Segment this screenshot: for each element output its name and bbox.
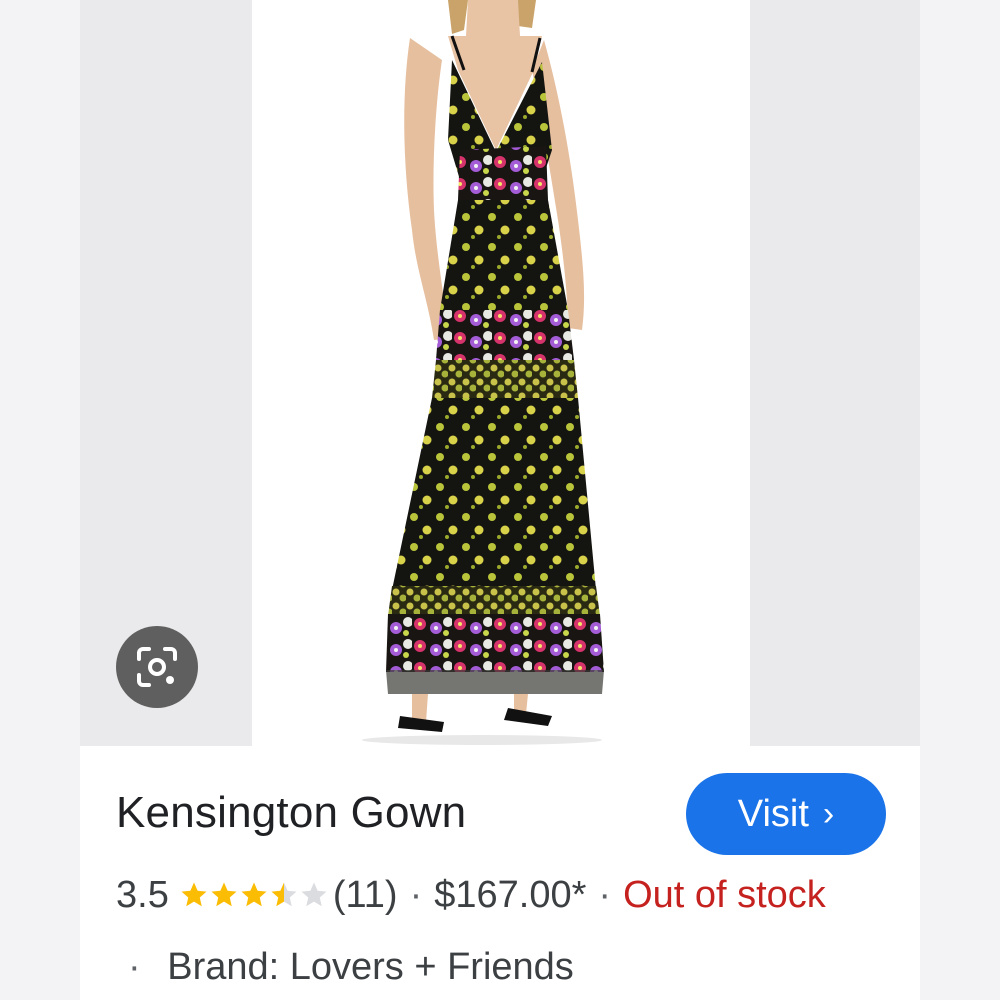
product-photo[interactable]	[252, 0, 750, 746]
star-empty-icon	[301, 882, 327, 907]
gown-illustration	[362, 0, 604, 745]
star-filled-icon	[241, 882, 267, 907]
separator-dot: ·	[409, 873, 423, 916]
separator-dot: ·	[128, 946, 141, 988]
google-lens-icon	[137, 647, 177, 687]
product-image-area[interactable]	[80, 0, 920, 746]
star-half-icon	[271, 882, 297, 907]
star-filled-icon	[181, 882, 207, 907]
gown-skirt	[392, 398, 596, 590]
background-right	[920, 0, 1000, 1000]
neck	[466, 0, 520, 36]
brand-label: Brand: Lovers + Friends	[167, 946, 574, 988]
rating-stars	[179, 880, 329, 910]
separator-dot: ·	[598, 873, 612, 916]
star-filled-icon	[211, 882, 237, 907]
product-info: Kensington Gown Visit › 3.5 (11) · $167.…	[80, 746, 920, 1000]
hem-flower-band	[386, 614, 604, 672]
brand-row: · Brand: Lovers + Friends	[128, 946, 574, 989]
product-meta-row: 3.5 (11) · $167.00* · Out of stock	[116, 872, 826, 918]
visit-label: Visit	[737, 792, 809, 835]
waist-flower-band	[458, 146, 548, 200]
review-count[interactable]: (11)	[333, 874, 398, 917]
background-left	[0, 0, 80, 1000]
hip-flower-band	[436, 310, 574, 360]
product-price: $167.00*	[434, 873, 587, 916]
rating-value: 3.5	[116, 873, 169, 916]
product-title[interactable]: Kensington Gown	[116, 788, 466, 838]
stock-status: Out of stock	[623, 873, 826, 916]
google-lens-button[interactable]	[116, 626, 198, 708]
visit-button[interactable]: Visit ›	[686, 773, 886, 855]
chevron-right-icon: ›	[822, 794, 835, 833]
product-card: Kensington Gown Visit › 3.5 (11) · $167.…	[80, 0, 920, 1000]
right-shoe	[504, 708, 552, 726]
hair	[448, 0, 468, 34]
